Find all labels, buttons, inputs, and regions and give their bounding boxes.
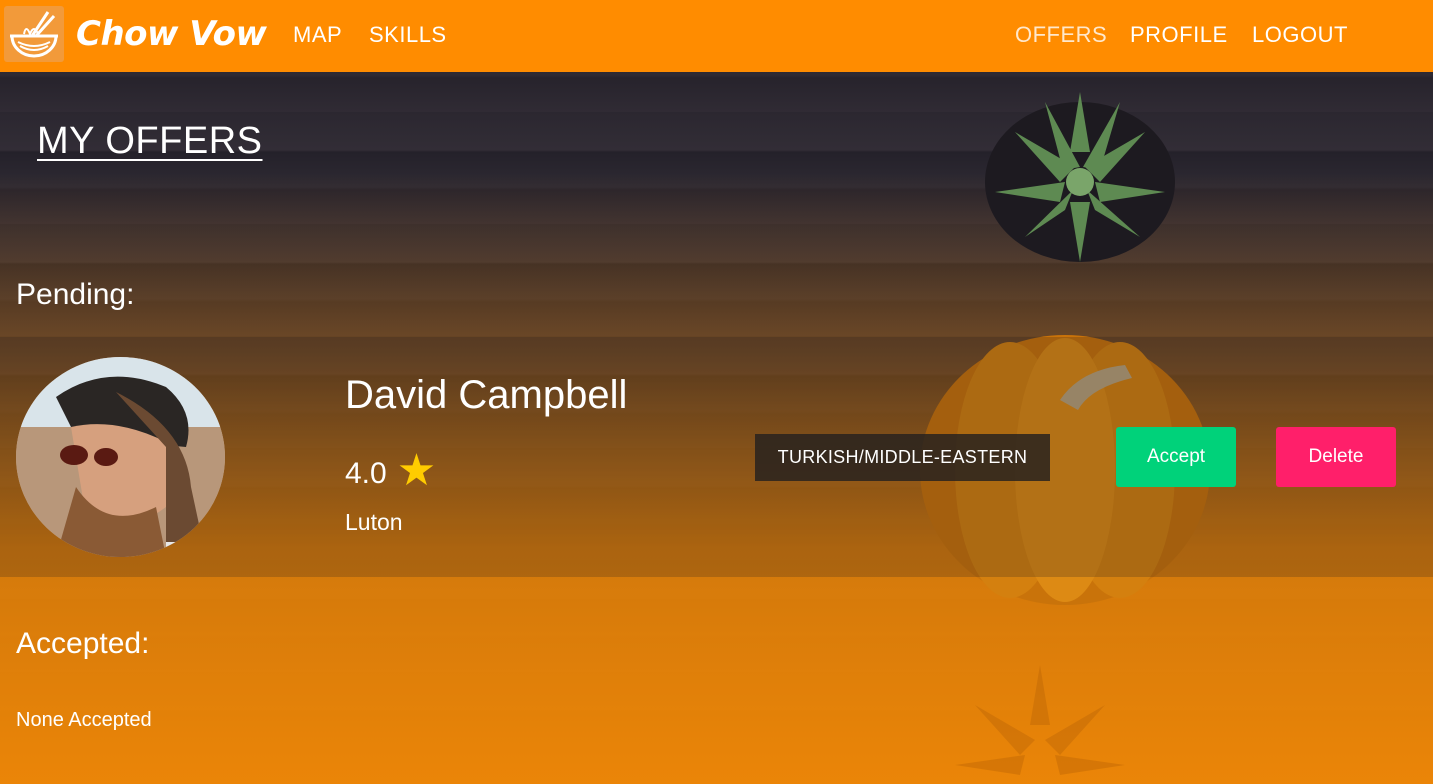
nav-link-logout[interactable]: LOGOUT — [1252, 22, 1348, 48]
rating-value: 4.0 — [345, 457, 387, 490]
pending-heading: Pending: — [16, 278, 135, 311]
offer-location: Luton — [345, 509, 403, 535]
top-navbar: Chow Vow MAP SKILLS OFFERS PROFILE LOGOU… — [0, 0, 1433, 72]
star-icon: ★ — [396, 446, 437, 495]
nav-link-offers[interactable]: OFFERS — [1015, 22, 1107, 48]
offer-user-name: David Campbell — [345, 373, 628, 417]
accepted-empty-text: None Accepted — [16, 709, 152, 731]
profile-photo — [16, 357, 225, 557]
offer-rating: 4.0 ★ — [345, 449, 436, 493]
accepted-heading: Accepted: — [16, 627, 150, 660]
succulent-reflection-image — [955, 665, 1125, 775]
delete-button[interactable]: Delete — [1276, 427, 1396, 487]
cuisine-tag: TURKISH/MIDDLE-EASTERN — [755, 434, 1050, 481]
nav-link-profile[interactable]: PROFILE — [1130, 22, 1228, 48]
accept-button[interactable]: Accept — [1116, 427, 1236, 487]
noodle-bowl-icon — [10, 11, 58, 58]
page-title: MY OFFERS — [37, 120, 263, 162]
nav-link-skills[interactable]: SKILLS — [369, 22, 447, 48]
succulent-plant-image — [985, 92, 1175, 262]
pending-offer-card: David Campbell 4.0 ★ Luton TURKISH/MIDDL… — [0, 337, 1433, 577]
nav-link-map[interactable]: MAP — [293, 22, 342, 48]
logo[interactable] — [4, 6, 64, 62]
avatar — [16, 357, 225, 557]
brand-name[interactable]: Chow Vow — [76, 14, 267, 54]
